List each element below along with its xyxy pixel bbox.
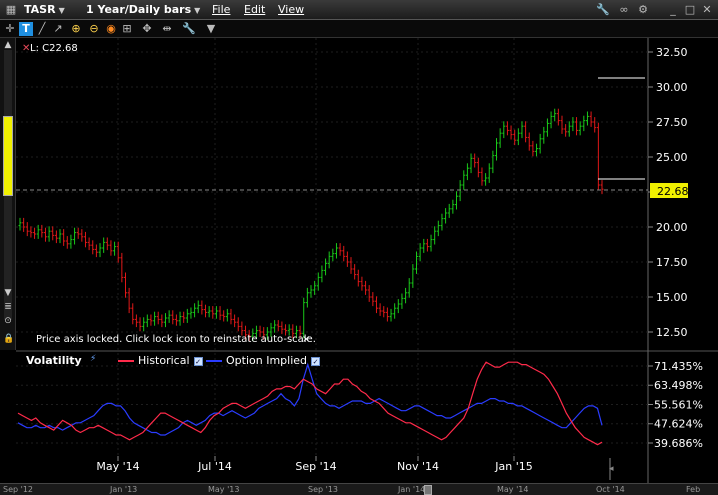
- timeline-navigator[interactable]: Sep '12 Jan '13 May '13 Sep '13 Jan '14 …: [0, 483, 718, 495]
- price-tick-label: 20.00: [656, 221, 688, 234]
- vol-tick-label: 63.498%: [654, 379, 703, 392]
- last-label: L: C22.68: [30, 43, 78, 54]
- timeline-label: May '14: [497, 485, 529, 494]
- volatility-settings-icon[interactable]: ⚡: [90, 354, 96, 364]
- price-tick-label: 12.50: [656, 326, 688, 339]
- timeline-label: Jan '13: [110, 485, 138, 494]
- price-tick-label: 25.00: [656, 151, 688, 164]
- price-tick-label: 15.00: [656, 291, 688, 304]
- timeline-thumb[interactable]: [424, 485, 432, 495]
- x-tick-label: Sep '14: [295, 460, 336, 473]
- volatility-title: Volatility: [26, 354, 82, 367]
- price-tick-label: 32.50: [656, 46, 688, 59]
- last-price-value: 22.68: [657, 185, 689, 198]
- price-tick-label: 27.50: [656, 116, 688, 129]
- x-tick-label: Jan '15: [494, 460, 532, 473]
- vol-tick-label: 47.624%: [654, 418, 703, 431]
- price-tick-label: 30.00: [656, 81, 688, 94]
- lock-message: Price axis locked. Click lock icon to re…: [36, 334, 316, 345]
- x-tick-label: May '14: [96, 460, 139, 473]
- price-chart[interactable]: 32.5030.0027.5025.0022.5020.0017.5015.00…: [0, 0, 718, 483]
- vol-tick-label: 55.561%: [654, 398, 703, 411]
- legend-implied[interactable]: Option Implied ✓: [206, 354, 321, 367]
- x-tick-label: Jul '14: [197, 460, 232, 473]
- timeline-label: Sep '13: [308, 485, 338, 494]
- timeline-label: Sep '12: [3, 485, 33, 494]
- timeline-label: May '13: [208, 485, 240, 494]
- legend-historical[interactable]: Historical ✓: [118, 354, 203, 367]
- historical-checkbox[interactable]: ✓: [193, 356, 203, 366]
- timeline-label: Jan '14: [398, 485, 426, 494]
- right-arrow-icon[interactable]: ◂: [609, 464, 614, 474]
- x-tick-label: Nov '14: [397, 460, 439, 473]
- vol-tick-label: 39.686%: [654, 437, 703, 450]
- lock-message-close[interactable]: ×: [302, 334, 310, 345]
- implied-checkbox[interactable]: ✓: [311, 356, 321, 366]
- timeline-label: Oct '14: [596, 485, 625, 494]
- price-tick-label: 17.50: [656, 256, 688, 269]
- vol-tick-label: 71.435%: [654, 360, 703, 373]
- timeline-label: Feb: [686, 485, 701, 494]
